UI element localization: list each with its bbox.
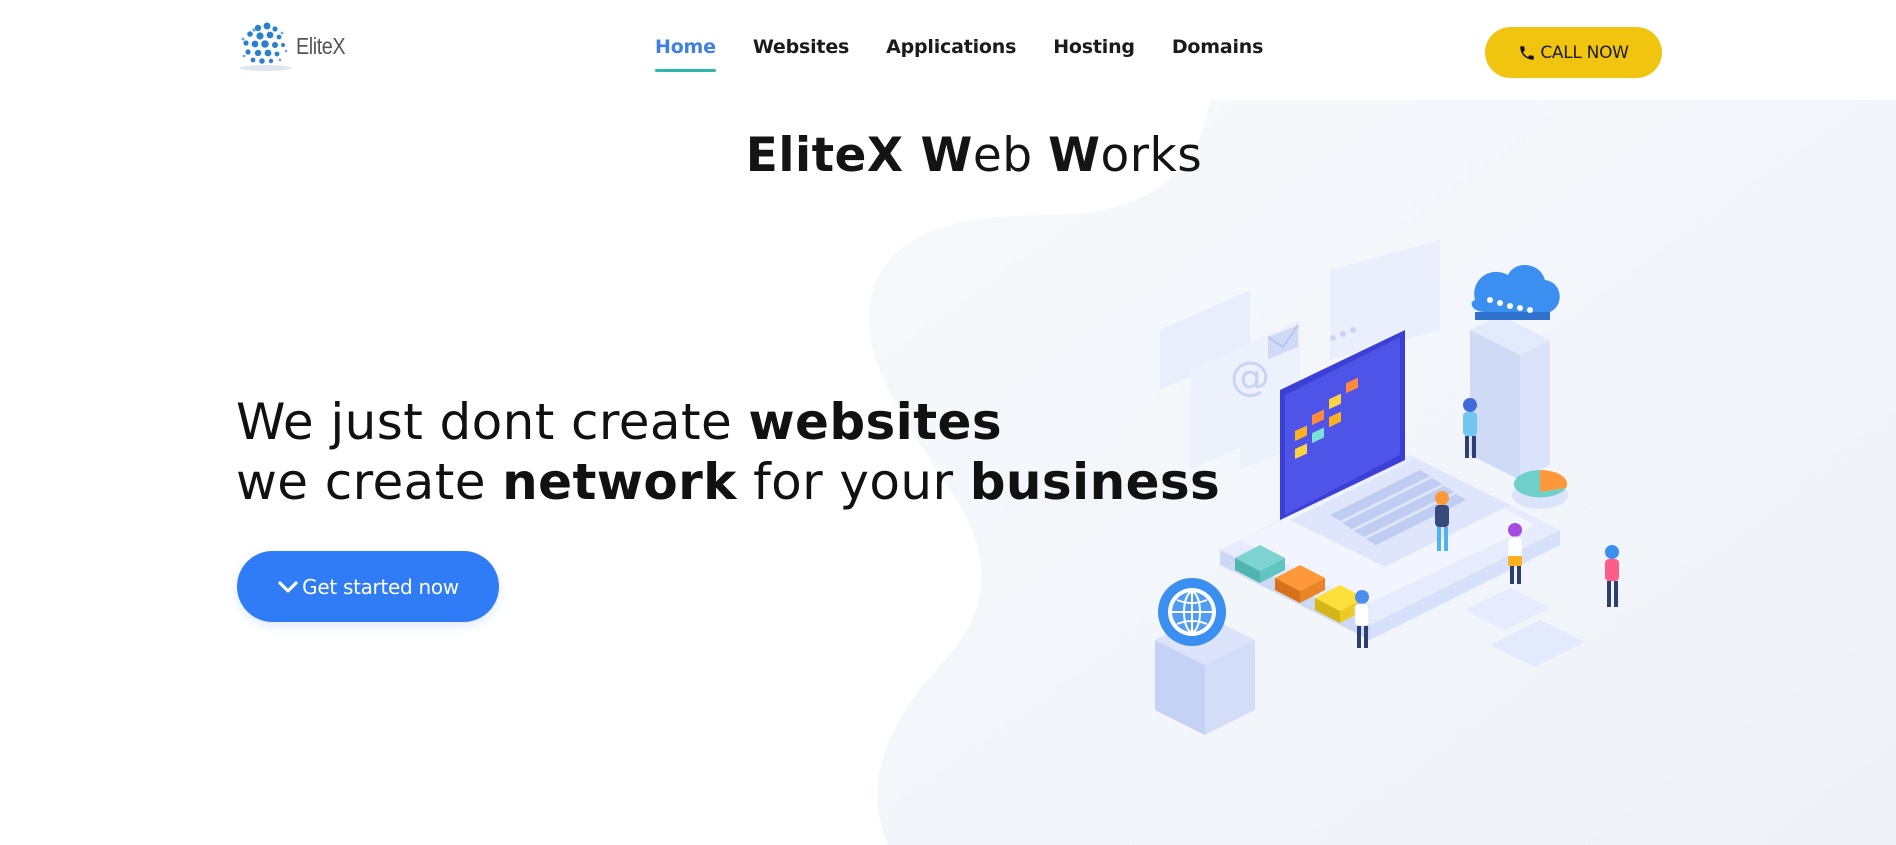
logo-text: EliteX — [296, 32, 346, 59]
hero-headline: We just dont create websites we create n… — [236, 392, 1220, 512]
main-nav: Home Websites Applications Hosting Domai… — [655, 36, 1300, 72]
call-now-button[interactable]: CALL NOW — [1485, 27, 1662, 78]
logo[interactable]: EliteX — [238, 20, 353, 72]
hero-text: for your — [736, 453, 970, 511]
hero-text-bold: network — [502, 453, 737, 511]
nav-websites[interactable]: Websites — [753, 36, 849, 72]
brand-title: EliteX Web Works — [0, 128, 1896, 183]
globe-dots-logo-icon — [240, 22, 292, 71]
nav-hosting[interactable]: Hosting — [1053, 36, 1135, 72]
get-started-label: Get started now — [302, 574, 459, 599]
brand-title-part: eb — [972, 128, 1049, 183]
brand-title-part: W — [1048, 128, 1101, 183]
chevron-down-icon — [278, 580, 298, 593]
nav-applications[interactable]: Applications — [886, 36, 1016, 72]
hero-line-1: We just dont create websites — [236, 392, 1220, 452]
nav-home[interactable]: Home — [655, 36, 716, 72]
site-header: EliteX Home Websites Applications Hostin… — [0, 0, 1896, 100]
hero-text-bold: business — [969, 453, 1221, 511]
get-started-button[interactable]: Get started now — [237, 551, 499, 622]
brand-title-part: orks — [1100, 128, 1203, 183]
svg-text:@: @ — [1230, 354, 1270, 400]
hero-line-2: we create network for your business — [236, 452, 1220, 512]
phone-icon — [1520, 45, 1535, 60]
hero-text: We just dont create — [236, 393, 749, 451]
hero-text-bold: websites — [748, 393, 1002, 451]
nav-domains[interactable]: Domains — [1172, 36, 1264, 72]
brand-title-part: EliteX W — [745, 128, 973, 183]
call-now-label: CALL NOW — [1540, 42, 1629, 63]
hero-text: we create — [236, 453, 503, 511]
